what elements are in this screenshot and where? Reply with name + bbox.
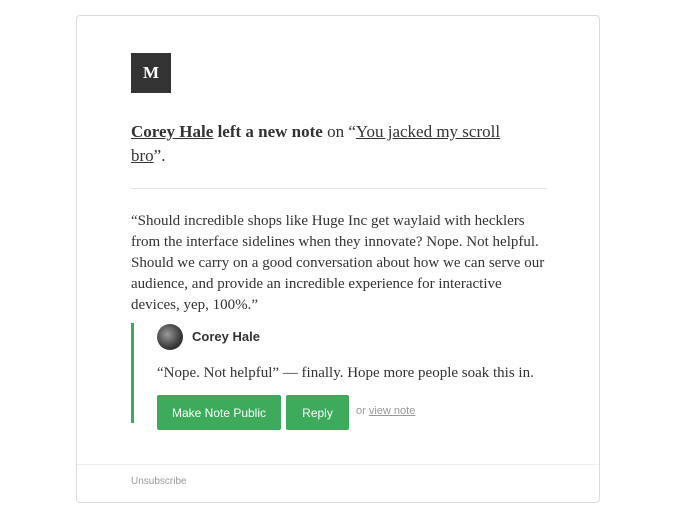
notification-headline: Corey Hale left a new note on “You jacke… [131, 120, 551, 168]
note-block: Corey Hale “Nope. Not helpful” — finally… [131, 323, 547, 430]
action-text: left a new note [213, 122, 323, 141]
email-card: M Corey Hale left a new note on “You jac… [76, 15, 600, 503]
or-text: or [356, 405, 369, 417]
author-link[interactable]: Corey Hale [131, 122, 213, 141]
note-text: “Nope. Not helpful” — finally. Hope more… [157, 365, 534, 381]
highlighted-quote: “Should incredible shops like Huge Inc g… [131, 213, 545, 313]
view-note-container: or view note [356, 405, 415, 417]
view-note-link[interactable]: view note [369, 405, 415, 417]
post-title-line2: bro [131, 146, 154, 165]
unsubscribe-link[interactable]: Unsubscribe [131, 476, 187, 487]
divider [131, 188, 547, 189]
medium-logo: M [131, 53, 171, 93]
note-author: Corey Hale [192, 329, 260, 344]
on-text: on “ [322, 122, 356, 141]
closing-quote: ”. [153, 146, 166, 165]
avatar [157, 324, 183, 350]
reply-button[interactable]: Reply [286, 395, 349, 430]
footer-divider [77, 464, 599, 465]
make-note-public-button[interactable]: Make Note Public [157, 395, 281, 430]
post-title-line1: You jacked my scroll [355, 122, 501, 141]
